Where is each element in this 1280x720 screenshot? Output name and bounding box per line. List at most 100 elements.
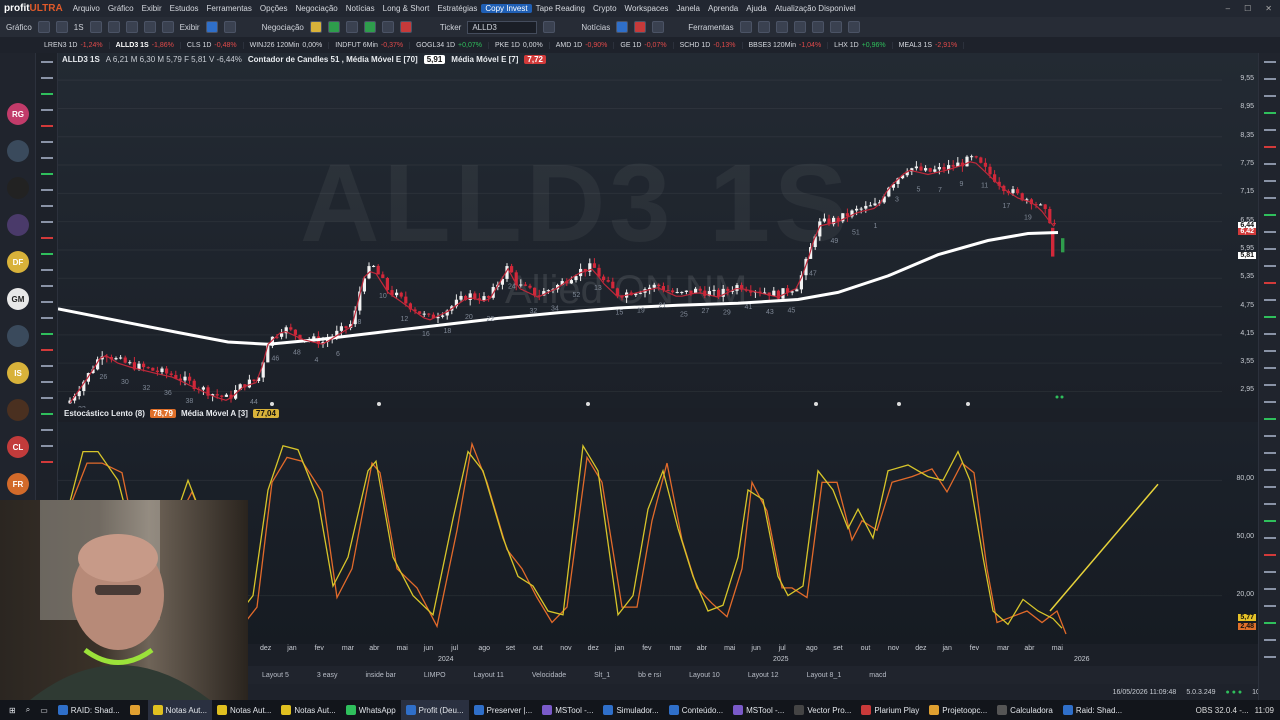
ma7-label[interactable]: Média Móvel E [7] [451, 55, 518, 64]
side-tool-icon[interactable] [1264, 656, 1276, 658]
menu-item-6[interactable]: Negociação [291, 4, 341, 13]
side-tool-icon[interactable] [1264, 282, 1276, 284]
contact-avatar[interactable] [7, 177, 29, 199]
menu-item-0[interactable]: Arquivo [69, 4, 104, 13]
contact-avatar[interactable]: DF [7, 251, 29, 273]
menu-item-13[interactable]: Workspaces [621, 4, 673, 13]
side-tool-icon[interactable] [1264, 588, 1276, 590]
side-tool-icon[interactable] [1264, 248, 1276, 250]
list-icon[interactable] [543, 21, 556, 33]
zoom-out-icon[interactable] [107, 21, 120, 33]
time-axis[interactable]: dez jan fev mar abr mai jun jul ago set out nov dez j… [248, 644, 1222, 666]
explorer-icon[interactable]: ▭ [35, 700, 53, 720]
layout-tab[interactable]: Layout 5 [248, 672, 303, 679]
system-tray[interactable]: OBS 32.0.4 -... 11:09 [1196, 706, 1280, 715]
ticker-tab[interactable]: GOGL34 1D +0,07% [410, 41, 489, 49]
contact-avatar[interactable] [7, 214, 29, 236]
drawing-tool-icon[interactable] [41, 237, 53, 239]
contact-avatar[interactable]: CL [7, 436, 29, 458]
zoom-in-icon[interactable] [89, 21, 102, 33]
drawing-tool-icon[interactable] [41, 333, 53, 335]
drawing-tool-icon[interactable] [41, 285, 53, 287]
menu-item-17[interactable]: Atualização Disponível [771, 4, 860, 13]
side-tool-icon[interactable] [1264, 537, 1276, 539]
news-icon[interactable] [616, 21, 629, 33]
drawing-tool-icon[interactable] [41, 125, 53, 127]
contact-avatar[interactable]: IS [7, 362, 29, 384]
layout-icon[interactable] [205, 21, 218, 33]
ticker-tab[interactable]: MEAL3 1S -2,91% [893, 41, 965, 49]
price-axis[interactable]: 9,55 8,95 8,35 7,75 7,15 6,55 5,95 5,35 4,75 4,15… [1222, 66, 1258, 408]
side-tool-icon[interactable] [1264, 503, 1276, 505]
interval-label[interactable]: 1S [74, 23, 84, 32]
tools-menu[interactable]: Ferramentas [688, 23, 733, 32]
contact-avatar[interactable]: FR [7, 473, 29, 495]
side-tool-icon[interactable] [1264, 180, 1276, 182]
menu-item-11[interactable]: Tape Reading [532, 4, 589, 13]
menu-item-3[interactable]: Estudos [166, 4, 203, 13]
side-tool-icon[interactable] [1264, 78, 1276, 80]
menu-item-10[interactable]: Copy Invest [481, 4, 532, 13]
layout-tab[interactable]: Layout 10 [675, 672, 734, 679]
side-tool-icon[interactable] [1264, 520, 1276, 522]
layout-tab[interactable]: inside bar [351, 672, 409, 679]
taskbar-app[interactable]: Raid: Shad... [1058, 700, 1127, 720]
save-icon[interactable] [143, 21, 156, 33]
taskbar-app[interactable]: MSTool -... [537, 700, 598, 720]
layout-tab[interactable]: 3 easy [303, 672, 352, 679]
drawing-tool-icon[interactable] [41, 413, 53, 415]
search-icon[interactable]: ⌕ [21, 700, 35, 720]
chart-menu[interactable]: Gráfico [6, 23, 32, 32]
side-tool-icon[interactable] [1264, 367, 1276, 369]
drawing-tool-icon[interactable] [41, 141, 53, 143]
layout-tab[interactable]: bb e rsi [624, 672, 675, 679]
side-tool-icon[interactable] [1264, 384, 1276, 386]
side-tool-icon[interactable] [1264, 61, 1276, 63]
taskbar-app[interactable]: Projetoopc... [924, 700, 992, 720]
drawing-tool-icon[interactable] [41, 445, 53, 447]
side-tool-icon[interactable] [1264, 129, 1276, 131]
side-tool-icon[interactable] [1264, 299, 1276, 301]
contact-avatar[interactable] [7, 399, 29, 421]
taskbar-app[interactable]: Plarium Play [856, 700, 924, 720]
contact-avatar[interactable] [7, 325, 29, 347]
menu-item-12[interactable]: Crypto [589, 4, 621, 13]
drawing-tool-icon[interactable] [41, 365, 53, 367]
taskbar-app[interactable] [125, 700, 148, 720]
layout-tab[interactable]: Slt_1 [580, 672, 624, 679]
side-tool-icon[interactable] [1264, 163, 1276, 165]
tool4-icon[interactable] [793, 21, 806, 33]
layout-tab[interactable]: LIMPO [410, 672, 460, 679]
side-tool-icon[interactable] [1264, 316, 1276, 318]
drawing-tool-icon[interactable] [41, 93, 53, 95]
ticker-tab[interactable]: ALLD3 1S -1,86% [110, 41, 181, 49]
taskbar-app[interactable]: Notas Aut... [147, 700, 213, 720]
stoch-label[interactable]: Estocástico Lento (8) [64, 409, 145, 418]
contact-avatar[interactable]: RG [7, 103, 29, 125]
exibir-menu[interactable]: Exibir [180, 23, 200, 32]
side-tool-icon[interactable] [1264, 605, 1276, 607]
side-tool-icon[interactable] [1264, 350, 1276, 352]
side-tool-icon[interactable] [1264, 231, 1276, 233]
side-tool-icon[interactable] [1264, 214, 1276, 216]
drawing-tool-icon[interactable] [41, 189, 53, 191]
tv-icon[interactable] [634, 21, 647, 33]
settings-icon[interactable] [161, 21, 174, 33]
ticker-tab[interactable]: CLS 1D -0,48% [181, 41, 244, 49]
drawing-tool-icon[interactable] [41, 109, 53, 111]
side-tool-icon[interactable] [1264, 622, 1276, 624]
drawing-tool-icon[interactable] [41, 61, 53, 63]
taskbar-app[interactable]: Simulador... [598, 700, 663, 720]
tool7-icon[interactable] [847, 21, 860, 33]
menu-item-4[interactable]: Ferramentas [203, 4, 256, 13]
buy-icon[interactable] [327, 21, 340, 33]
ticker-tab[interactable]: PKE 1D 0,00% [489, 41, 550, 49]
drawing-tool-icon[interactable] [41, 77, 53, 79]
menu-item-9[interactable]: Estratégias [433, 4, 481, 13]
ticker-input[interactable]: ALLD3 [467, 20, 538, 34]
drawing-tool-icon[interactable] [41, 461, 53, 463]
side-tool-icon[interactable] [1264, 554, 1276, 556]
news-menu[interactable]: Notícias [581, 23, 610, 32]
ticker-tab[interactable]: BBSE3 120Min -1,04% [743, 41, 829, 49]
calendar-icon[interactable] [652, 21, 665, 33]
